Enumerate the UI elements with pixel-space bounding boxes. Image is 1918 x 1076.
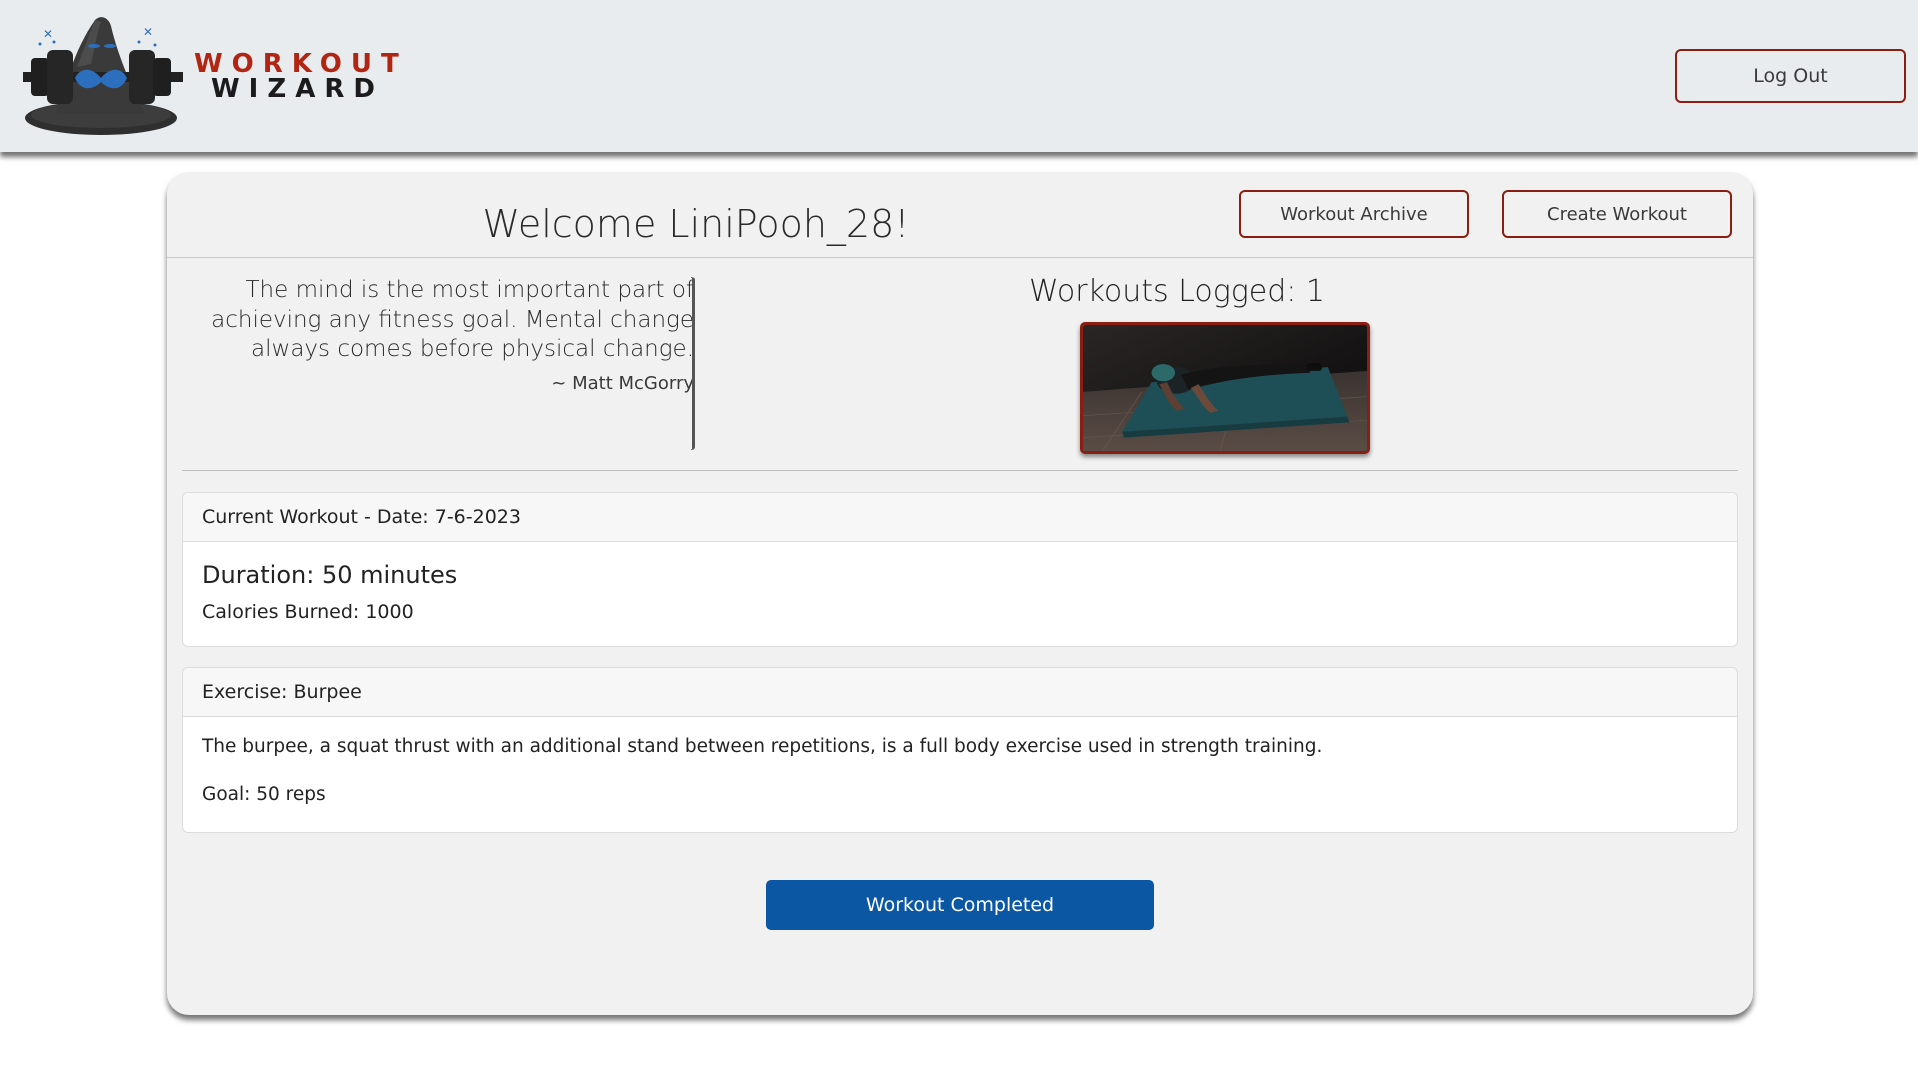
dashboard-card: Welcome LiniPooh_28! Workout Archive Cre… xyxy=(167,172,1753,1015)
exercise-header: Exercise: Burpee xyxy=(183,668,1737,717)
logout-button[interactable]: Log Out xyxy=(1675,49,1906,103)
header-divider xyxy=(167,257,1753,258)
exercise-description: The burpee, a squat thrust with an addit… xyxy=(202,736,1323,757)
exercise-card: Exercise: Burpee The burpee, a squat thr… xyxy=(182,667,1738,833)
current-workout-header: Current Workout - Date: 7-6-2023 xyxy=(183,493,1737,542)
top-navbar: ✕ ✕ WORKOUT WIZARD Log Out xyxy=(0,0,1918,152)
section-divider xyxy=(182,470,1738,471)
workout-completed-button[interactable]: Workout Completed xyxy=(766,880,1154,930)
svg-text:✕: ✕ xyxy=(143,25,153,39)
create-workout-button[interactable]: Create Workout xyxy=(1502,190,1732,238)
workout-duration: Duration: 50 minutes xyxy=(202,561,458,589)
welcome-heading: Welcome LiniPooh_28! xyxy=(482,202,910,246)
wizard-hat-dumbbell-icon: ✕ ✕ xyxy=(23,17,183,135)
workout-archive-button[interactable]: Workout Archive xyxy=(1239,190,1469,238)
current-workout-card: Current Workout - Date: 7-6-2023 Duratio… xyxy=(182,492,1738,647)
motivational-quote: The mind is the most important part of a… xyxy=(187,276,694,394)
brand-logo[interactable]: ✕ ✕ WORKOUT WIZARD xyxy=(17,12,399,140)
svg-text:✕: ✕ xyxy=(43,27,53,41)
brand-name-line2: WIZARD xyxy=(211,74,384,104)
workouts-logged-count: Workouts Logged: 1 xyxy=(1029,274,1325,309)
quote-author: ~ Matt McGorry xyxy=(551,372,694,394)
quote-text: The mind is the most important part of a… xyxy=(211,277,694,362)
person-doing-pushup-on-mat-image xyxy=(1080,322,1370,454)
exercise-goal: Goal: 50 reps xyxy=(202,784,326,805)
quote-bracket xyxy=(691,277,695,450)
calories-burned: Calories Burned: 1000 xyxy=(202,601,414,623)
